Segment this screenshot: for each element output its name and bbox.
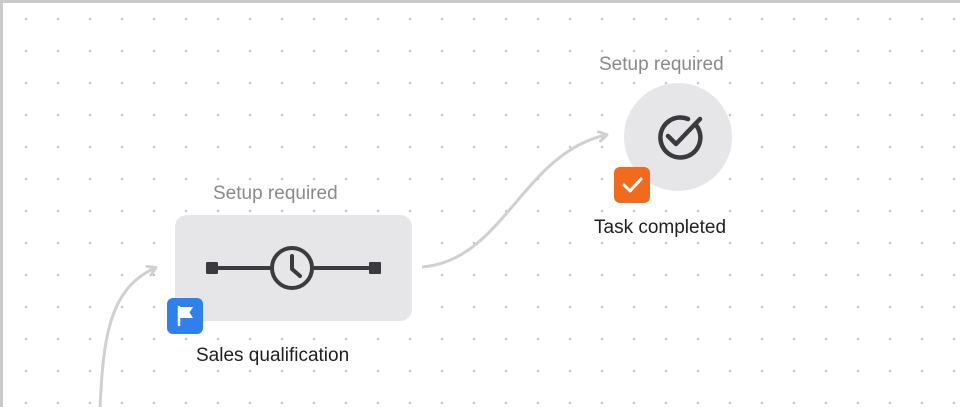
flag-badge	[167, 298, 203, 334]
task-node-label: Task completed	[594, 217, 727, 238]
checkbox-icon	[622, 177, 643, 193]
delay-node-label: Sales qualification	[196, 345, 350, 366]
connector-incoming	[98, 268, 155, 407]
flag-icon	[177, 305, 193, 327]
connector-delay-to-task	[421, 135, 606, 269]
task-node-status: Setup required	[599, 54, 724, 75]
delay-node-status: Setup required	[213, 183, 338, 204]
workflow-canvas[interactable]: Setup required Sales qualification Setup…	[0, 0, 960, 407]
connector-lines	[98, 3, 960, 407]
clock-delay-icon	[206, 246, 381, 290]
checkbox-badge	[614, 167, 650, 203]
delay-node[interactable]	[175, 215, 412, 321]
